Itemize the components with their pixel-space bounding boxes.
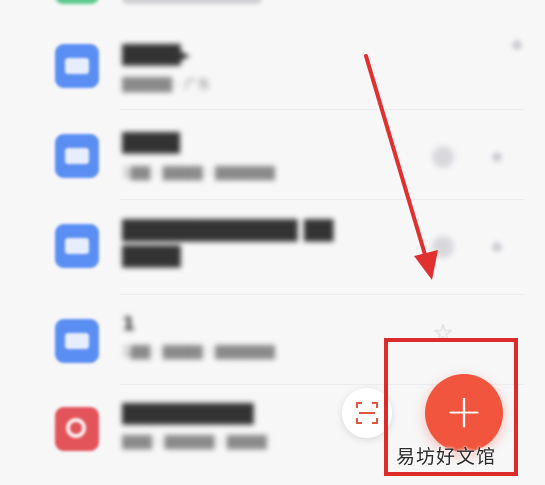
more-icon[interactable] — [512, 40, 522, 50]
more-icon[interactable] — [492, 242, 502, 252]
image-file-icon — [55, 407, 99, 451]
document-icon — [55, 224, 99, 268]
file-row[interactable]: ████████████ ██ ████ — [0, 200, 545, 295]
more-icon[interactable] — [492, 152, 502, 162]
file-title: ████▸ — [122, 44, 190, 66]
star-icon[interactable] — [432, 146, 454, 168]
file-meta: 1██ · ████ · ██████ — [122, 345, 276, 360]
file-row[interactable]: ████ 1██ · ████ · ██████ — [0, 110, 545, 200]
scan-icon — [356, 402, 378, 424]
file-meta: 1██ · ████ · ██████ — [122, 166, 276, 181]
file-row[interactable]: ████▸ █████ · 广东 — [0, 20, 545, 110]
file-meta: ███ · █████ · ████ — [122, 435, 267, 450]
watermark: 易坊好文馆 — [396, 446, 497, 468]
file-title: ████ — [122, 132, 181, 154]
partial-file-title — [122, 0, 262, 4]
file-title: ████████████ ██ ████ — [122, 220, 334, 268]
file-title: █████████ — [122, 403, 254, 425]
document-icon — [55, 134, 99, 178]
document-icon — [55, 44, 99, 88]
file-meta: █████ · 广东 — [122, 78, 211, 93]
file-title: 1 — [122, 313, 136, 335]
partial-file-icon — [55, 0, 99, 4]
document-icon — [55, 319, 99, 363]
star-icon[interactable] — [432, 236, 454, 258]
